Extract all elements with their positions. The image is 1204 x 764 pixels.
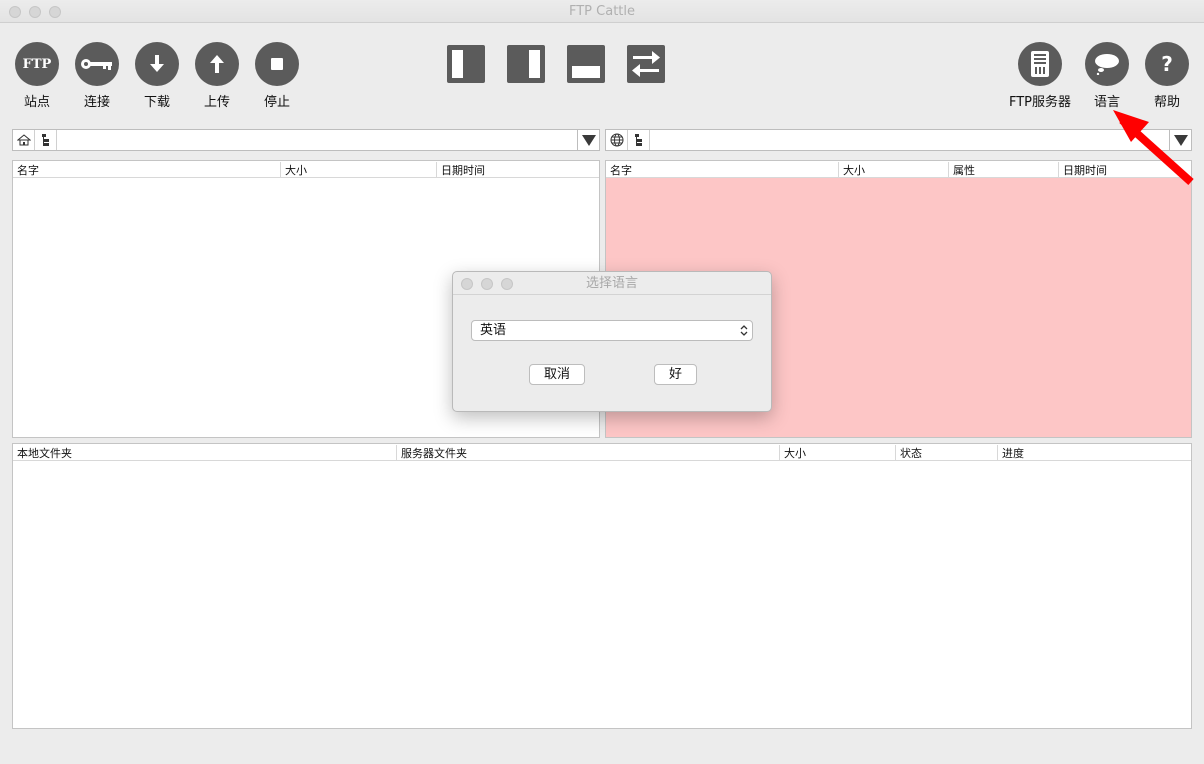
- local-col-datetime[interactable]: 日期时间: [436, 162, 599, 177]
- cancel-button[interactable]: 取消: [529, 364, 585, 385]
- local-path-dropdown-icon[interactable]: [577, 130, 599, 150]
- remote-path-input[interactable]: [651, 130, 1171, 150]
- dialog-minimize-button[interactable]: [481, 278, 493, 290]
- local-col-size[interactable]: 大小: [280, 162, 436, 177]
- local-path-bar: [12, 129, 600, 151]
- remote-col-attributes[interactable]: 属性: [948, 162, 1058, 177]
- queue-col-local-folder[interactable]: 本地文件夹: [13, 445, 396, 460]
- speech-bubble-icon: [1085, 42, 1129, 86]
- queue-col-server-folder[interactable]: 服务器文件夹: [396, 445, 779, 460]
- queue-column-header: 本地文件夹 服务器文件夹 大小 状态 进度: [13, 444, 1191, 461]
- local-column-header: 名字 大小 日期时间: [13, 161, 599, 178]
- ok-button[interactable]: 好: [654, 364, 697, 385]
- layout-left-icon[interactable]: [447, 45, 485, 83]
- stop-icon: [255, 42, 299, 86]
- connect-button[interactable]: 连接: [67, 42, 127, 110]
- remote-col-size[interactable]: 大小: [838, 162, 948, 177]
- question-mark-icon: ?: [1145, 42, 1189, 86]
- local-col-name[interactable]: 名字: [13, 162, 280, 177]
- queue-col-size[interactable]: 大小: [779, 445, 895, 460]
- arrow-up-icon: [195, 42, 239, 86]
- chevron-updown-icon: [740, 325, 748, 336]
- red-arrow-annotation: [1113, 110, 1194, 185]
- download-button[interactable]: 下载: [127, 42, 187, 110]
- layout-right-icon[interactable]: [507, 45, 545, 83]
- swap-icon[interactable]: [627, 45, 665, 83]
- folder-tree-icon[interactable]: [628, 130, 650, 150]
- folder-tree-icon[interactable]: [35, 130, 57, 150]
- download-label: 下载: [143, 95, 170, 110]
- language-select[interactable]: 英语: [471, 320, 753, 341]
- queue-col-progress[interactable]: 进度: [997, 445, 1191, 460]
- site-label: 站点: [23, 95, 50, 110]
- home-icon[interactable]: [13, 130, 35, 150]
- globe-icon[interactable]: [606, 130, 628, 150]
- upload-button[interactable]: 上传: [187, 42, 247, 110]
- language-dialog: 选择语言 英语 取消 好: [452, 271, 772, 412]
- ftp-server-label: FTP服务器: [1008, 95, 1072, 110]
- language-select-value: 英语: [480, 323, 507, 338]
- layout-bottom-icon[interactable]: [567, 45, 605, 83]
- connect-label: 连接: [83, 95, 110, 110]
- remote-column-header: 名字 大小 属性 日期时间: [606, 161, 1191, 178]
- ftp-server-button[interactable]: FTP服务器: [1005, 42, 1075, 110]
- ftp-icon: FTP: [15, 42, 59, 86]
- title-bar: FTP Cattle: [0, 0, 1204, 23]
- dialog-close-button[interactable]: [461, 278, 473, 290]
- key-icon: [75, 42, 119, 86]
- upload-label: 上传: [203, 95, 230, 110]
- remote-path-bar: [605, 129, 1192, 151]
- stop-button[interactable]: 停止: [247, 42, 307, 110]
- remote-col-name[interactable]: 名字: [606, 162, 838, 177]
- queue-col-status[interactable]: 状态: [895, 445, 997, 460]
- server-icon: [1018, 42, 1062, 86]
- window-title: FTP Cattle: [568, 4, 635, 19]
- dialog-zoom-button[interactable]: [501, 278, 513, 290]
- site-button[interactable]: FTP 站点: [7, 42, 67, 110]
- arrow-down-icon: [135, 42, 179, 86]
- transfer-queue-list[interactable]: 本地文件夹 服务器文件夹 大小 状态 进度: [12, 443, 1192, 729]
- local-path-input[interactable]: [58, 130, 578, 150]
- stop-label: 停止: [263, 95, 290, 110]
